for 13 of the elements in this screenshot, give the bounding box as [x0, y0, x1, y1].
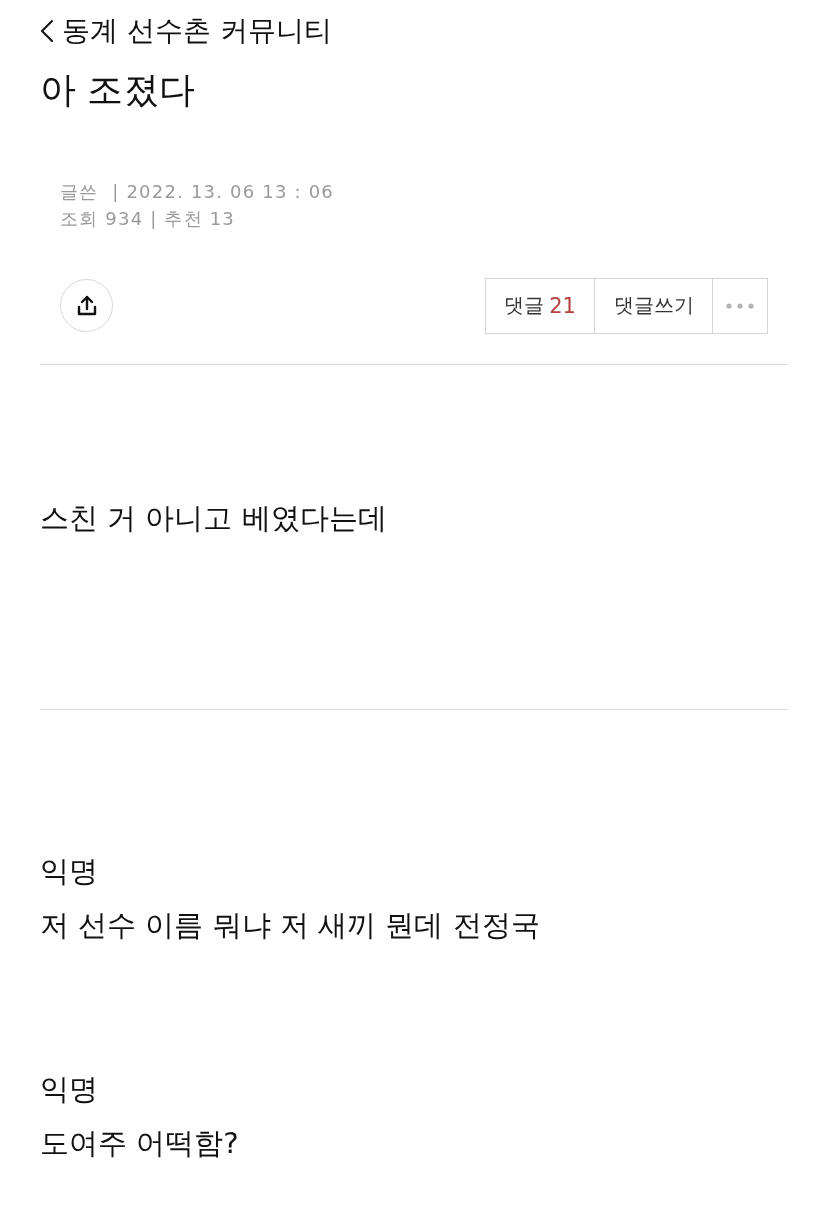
post-title: 아 조졌다: [40, 68, 196, 112]
back-link[interactable]: 동계 선수촌 커뮤니티: [40, 14, 332, 48]
post-meta: 조회 934 | 추천 13: [60, 207, 235, 231]
upload-icon: [75, 294, 98, 317]
comment-author: 익명: [40, 853, 98, 890]
comment-text: 저 선수 이름 뭐냐 저 새끼 뭔데 전정국: [40, 907, 540, 944]
chevron-left-icon: [40, 19, 54, 43]
post-body: 스친 거 아니고 베였다는데: [40, 500, 387, 537]
comment-author: 익명: [40, 1071, 98, 1108]
comment-text: 도여주 어떡함?: [40, 1125, 239, 1162]
post-meta: 글쓴 | 2022. 13. 06 13 : 06: [60, 180, 334, 204]
share-button[interactable]: [60, 279, 113, 332]
ellipsis-icon: [726, 302, 754, 309]
